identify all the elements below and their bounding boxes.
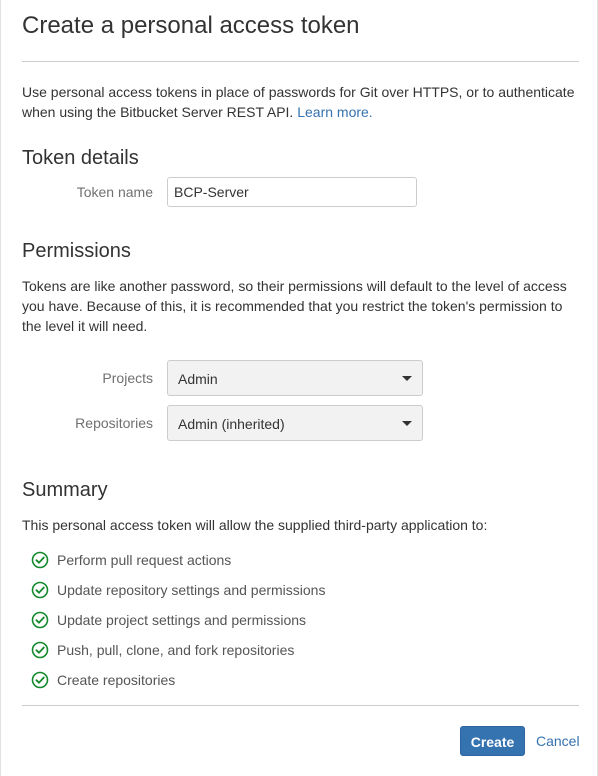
list-item: Push, pull, clone, and fork repositories bbox=[31, 635, 325, 665]
summary-description: This personal access token will allow th… bbox=[22, 517, 488, 533]
summary-heading: Summary bbox=[22, 479, 108, 501]
list-item: Update repository settings and permissio… bbox=[31, 575, 325, 605]
projects-select-value: Admin bbox=[178, 371, 218, 387]
permissions-heading: Permissions bbox=[22, 240, 131, 262]
list-item: Perform pull request actions bbox=[31, 545, 325, 575]
summary-item-text: Update repository settings and permissio… bbox=[57, 582, 326, 598]
dialog-title: Create a personal access token bbox=[22, 12, 360, 39]
check-circle-icon bbox=[31, 581, 49, 599]
projects-select[interactable]: Admin bbox=[167, 360, 423, 396]
token-name-label: Token name bbox=[76, 184, 153, 200]
list-item: Create repositories bbox=[31, 665, 325, 695]
intro-paragraph: Use personal access tokens in place of p… bbox=[22, 82, 582, 122]
repositories-select[interactable]: Admin (inherited) bbox=[167, 405, 423, 441]
repositories-label: Repositories bbox=[75, 415, 153, 431]
check-circle-icon bbox=[31, 641, 49, 659]
summary-item-text: Update project settings and permissions bbox=[57, 612, 307, 628]
summary-list: Perform pull request actions Update repo… bbox=[31, 545, 325, 695]
token-name-input[interactable] bbox=[167, 177, 417, 207]
summary-item-text: Create repositories bbox=[57, 672, 176, 688]
summary-item-text: Push, pull, clone, and fork repositories bbox=[57, 642, 295, 658]
check-circle-icon bbox=[31, 671, 49, 689]
footer-divider bbox=[22, 705, 579, 706]
list-item: Update project settings and permissions bbox=[31, 605, 325, 635]
projects-label: Projects bbox=[102, 370, 153, 386]
learn-more-link[interactable]: Learn more. bbox=[297, 104, 372, 120]
repositories-select-value: Admin (inherited) bbox=[178, 416, 285, 432]
permissions-description: Tokens are like another password, so the… bbox=[22, 278, 567, 334]
check-circle-icon bbox=[31, 551, 49, 569]
check-circle-icon bbox=[31, 611, 49, 629]
caret-down-icon bbox=[402, 421, 412, 426]
cancel-button[interactable]: Cancel bbox=[536, 731, 580, 751]
create-token-dialog: Create a personal access token Use perso… bbox=[0, 0, 598, 776]
summary-item-text: Perform pull request actions bbox=[57, 552, 232, 568]
header-divider bbox=[22, 61, 579, 62]
caret-down-icon bbox=[402, 376, 412, 381]
create-button[interactable]: Create bbox=[460, 726, 525, 756]
token-details-heading: Token details bbox=[22, 147, 139, 169]
